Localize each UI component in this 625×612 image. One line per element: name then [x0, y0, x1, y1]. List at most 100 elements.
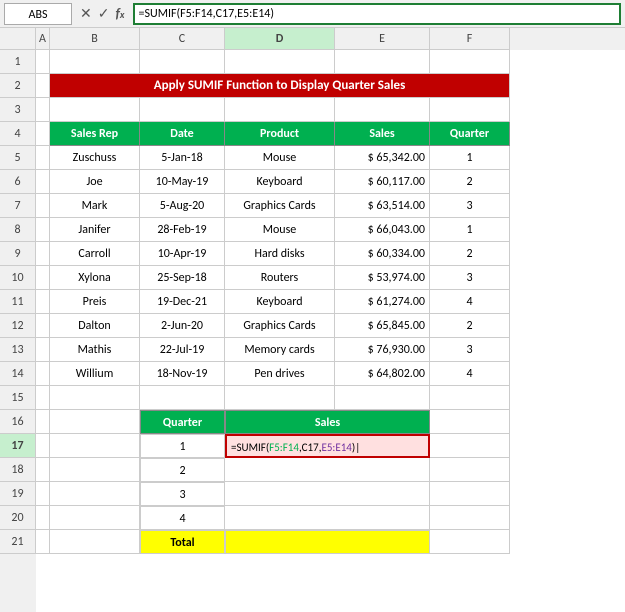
cell-f3[interactable] — [430, 98, 510, 122]
cell-d5[interactable]: Mouse — [225, 146, 335, 170]
cell-f14[interactable]: 4 — [430, 362, 510, 386]
cell-e15[interactable] — [335, 386, 430, 410]
header-product[interactable]: Product — [225, 122, 335, 146]
col-header-a[interactable]: A — [36, 28, 50, 50]
cell-e1[interactable] — [335, 50, 430, 74]
cell-a2[interactable] — [36, 74, 50, 98]
col-header-f[interactable]: F — [430, 28, 510, 50]
cell-f9[interactable]: 2 — [430, 242, 510, 266]
cell-a17[interactable] — [36, 434, 50, 458]
cell-b5[interactable]: Zuschuss — [50, 146, 140, 170]
cell-d16-sales-header[interactable]: Sales — [225, 410, 430, 434]
cell-a18[interactable] — [36, 458, 50, 482]
cell-e6[interactable]: $ 60,117.00 — [335, 170, 430, 194]
row-3[interactable]: 3 — [0, 98, 36, 122]
title-cell[interactable]: Apply SUMIF Function to Display Quarter … — [50, 74, 510, 98]
cell-d7[interactable]: Graphics Cards — [225, 194, 335, 218]
cell-f19[interactable] — [430, 482, 510, 506]
cell-f7[interactable]: 3 — [430, 194, 510, 218]
cell-d21-total-val[interactable] — [225, 530, 430, 554]
cell-c21-total[interactable]: Total — [140, 530, 225, 554]
cell-c18-q2[interactable]: 2 — [140, 458, 225, 482]
cell-c16-quarter-header[interactable]: Quarter — [140, 410, 225, 434]
cell-a16[interactable] — [36, 410, 50, 434]
cell-c19-q3[interactable]: 3 — [140, 482, 225, 506]
cell-d6[interactable]: Keyboard — [225, 170, 335, 194]
col-header-c[interactable]: C — [140, 28, 225, 50]
cell-d14[interactable]: Pen drives — [225, 362, 335, 386]
row-6[interactable]: 6 — [0, 170, 36, 194]
cell-b21[interactable] — [50, 530, 140, 554]
row-1[interactable]: 1 — [0, 50, 36, 74]
row-17[interactable]: 17 — [0, 434, 36, 458]
cell-f16[interactable] — [430, 410, 510, 434]
row-9[interactable]: 9 — [0, 242, 36, 266]
cell-e5[interactable]: $ 65,342.00 — [335, 146, 430, 170]
cell-a21[interactable] — [36, 530, 50, 554]
cell-b13[interactable]: Mathis — [50, 338, 140, 362]
cell-e11[interactable]: $ 61,274.00 — [335, 290, 430, 314]
row-11[interactable]: 11 — [0, 290, 36, 314]
cell-d11[interactable]: Keyboard — [225, 290, 335, 314]
row-2[interactable]: 2 — [0, 74, 36, 98]
cell-b7[interactable]: Mark — [50, 194, 140, 218]
cell-c5[interactable]: 5-Jan-18 — [140, 146, 225, 170]
cell-c17-q1[interactable]: 1 — [140, 434, 225, 458]
cell-c13[interactable]: 22-Jul-19 — [140, 338, 225, 362]
cell-d3[interactable] — [225, 98, 335, 122]
header-date[interactable]: Date — [140, 122, 225, 146]
cell-d20[interactable] — [225, 506, 430, 530]
cell-c7[interactable]: 5-Aug-20 — [140, 194, 225, 218]
cell-e14[interactable]: $ 64,802.00 — [335, 362, 430, 386]
cell-e8[interactable]: $ 66,043.00 — [335, 218, 430, 242]
cell-b9[interactable]: Carroll — [50, 242, 140, 266]
cell-f5[interactable]: 1 — [430, 146, 510, 170]
row-7[interactable]: 7 — [0, 194, 36, 218]
cell-f20[interactable] — [430, 506, 510, 530]
cell-b20[interactable] — [50, 506, 140, 530]
cell-b11[interactable]: Preis — [50, 290, 140, 314]
cell-f1[interactable] — [430, 50, 510, 74]
cell-a1[interactable] — [36, 50, 50, 74]
row-13[interactable]: 13 — [0, 338, 36, 362]
cell-b8[interactable]: Janifer — [50, 218, 140, 242]
col-header-b[interactable]: B — [50, 28, 140, 50]
row-8[interactable]: 8 — [0, 218, 36, 242]
confirm-icon[interactable]: ✓ — [98, 5, 110, 22]
cell-f12[interactable]: 2 — [430, 314, 510, 338]
header-sales[interactable]: Sales — [335, 122, 430, 146]
row-5[interactable]: 5 — [0, 146, 36, 170]
cell-f13[interactable]: 3 — [430, 338, 510, 362]
cell-c6[interactable]: 10-May-19 — [140, 170, 225, 194]
cell-a12[interactable] — [36, 314, 50, 338]
fx-icon[interactable]: fx — [115, 5, 124, 22]
cell-d9[interactable]: Hard disks — [225, 242, 335, 266]
cell-c20-q4[interactable]: 4 — [140, 506, 225, 530]
row-16[interactable]: 16 — [0, 410, 36, 434]
cell-d8[interactable]: Mouse — [225, 218, 335, 242]
cell-f10[interactable]: 3 — [430, 266, 510, 290]
cell-a19[interactable] — [36, 482, 50, 506]
cancel-icon[interactable]: ✕ — [80, 5, 92, 22]
cell-e12[interactable]: $ 65,845.00 — [335, 314, 430, 338]
col-header-e[interactable]: E — [335, 28, 430, 50]
cell-b1[interactable] — [50, 50, 140, 74]
cell-c15[interactable] — [140, 386, 225, 410]
cell-c11[interactable]: 19-Dec-21 — [140, 290, 225, 314]
cell-d17-formula[interactable]: =SUMIF(F5:F14,C17,E5:E14)|← — [225, 434, 430, 458]
cell-a11[interactable] — [36, 290, 50, 314]
cell-b6[interactable]: Joe — [50, 170, 140, 194]
row-20[interactable]: 20 — [0, 506, 36, 530]
cell-b16[interactable] — [50, 410, 140, 434]
name-box[interactable]: ABS — [4, 3, 72, 25]
row-21[interactable]: 21 — [0, 530, 36, 554]
cell-b12[interactable]: Dalton — [50, 314, 140, 338]
cell-f17[interactable] — [430, 434, 510, 458]
cell-f11[interactable]: 4 — [430, 290, 510, 314]
header-sales-rep[interactable]: Sales Rep — [50, 122, 140, 146]
cell-f21[interactable] — [430, 530, 510, 554]
row-12[interactable]: 12 — [0, 314, 36, 338]
cell-a13[interactable] — [36, 338, 50, 362]
cell-c1[interactable] — [140, 50, 225, 74]
row-4[interactable]: 4 — [0, 122, 36, 146]
